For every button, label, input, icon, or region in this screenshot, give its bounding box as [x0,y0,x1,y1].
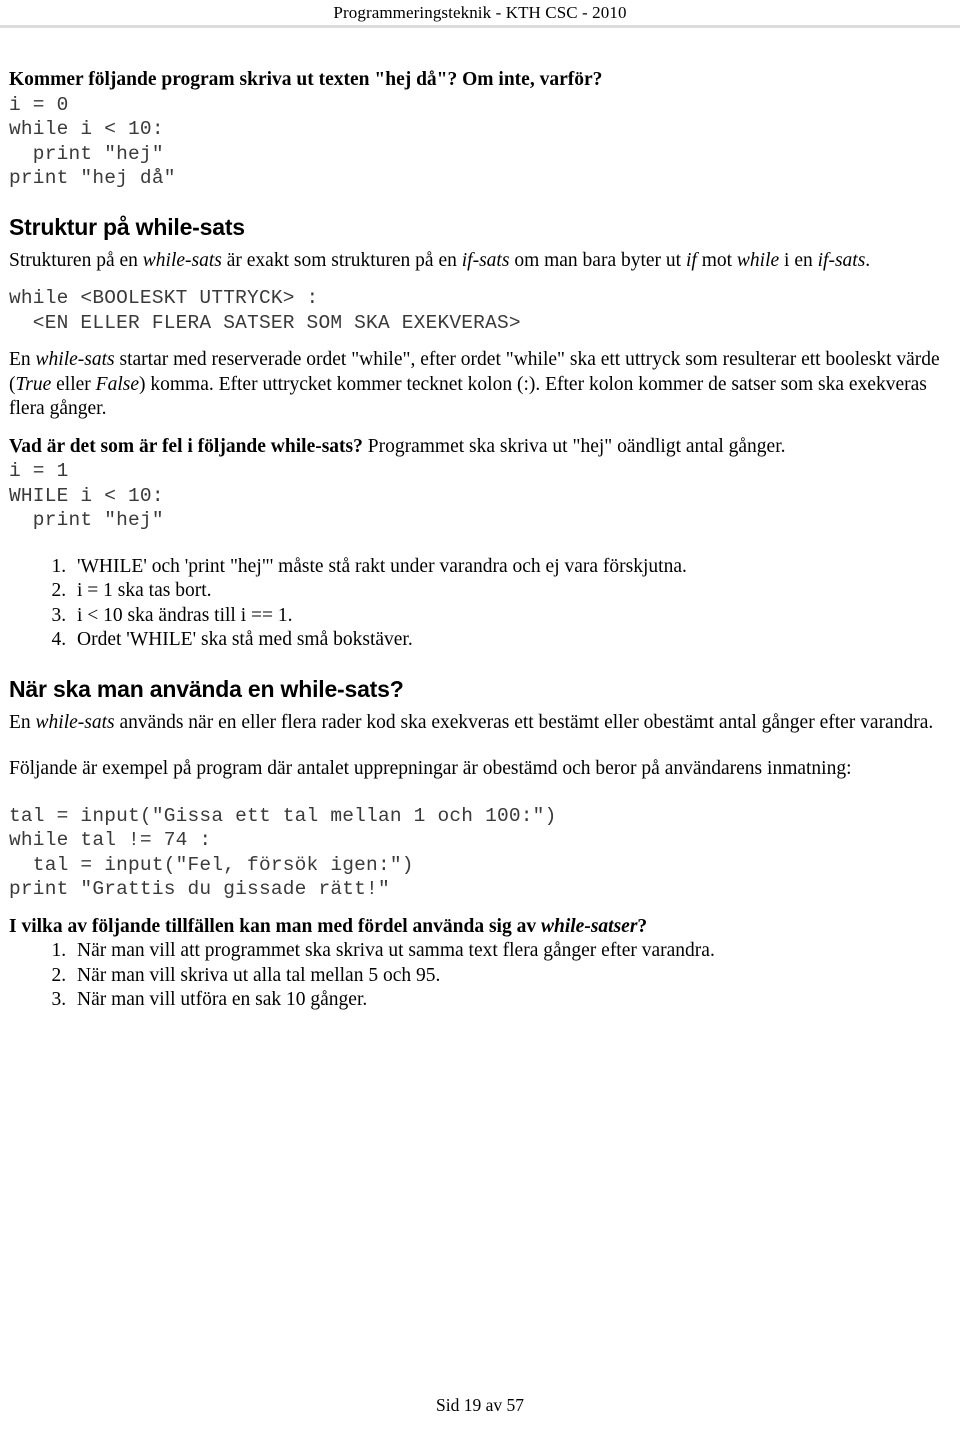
list-item: När man vill utföra en sak 10 gånger. [71,988,952,1013]
text-fragment: om man bara byter ut [509,249,686,271]
code-block-gissa-tal: tal = input("Gissa ett tal mellan 1 och … [9,804,557,901]
text-fragment: ? [637,915,648,937]
paragraph-struktur: Strukturen på en while-sats är exakt som… [9,249,952,274]
paragraph-foljande-exempel: Följande är exempel på program där antal… [9,758,852,779]
paragraph-nar-anvanda: En while-sats används när en eller flera… [9,711,952,736]
code-block-struktur: while <BOOLESKT UTTRYCK> : <EN ELLER FLE… [9,287,521,334]
term-while-sats: while-sats [142,249,222,271]
list-item: 'WHILE' och 'print "hej"' måste stå rakt… [71,555,952,580]
question-2-options: 'WHILE' och 'print "hej"' måste stå rakt… [9,555,952,653]
term-if: if [685,249,697,271]
list-item: När man vill att programmet ska skriva u… [71,939,952,964]
text-fragment: . [865,249,871,271]
code-block-q2: i = 1 WHILE i < 10: print "hej" [9,460,164,531]
term-while-satser: while-satser [540,915,638,937]
term-if-sats-2: if-sats [817,249,866,271]
list-item: Ordet 'WHILE' ska stå med små bokstäver. [71,628,952,653]
text-fragment: i en [779,249,818,271]
running-header: Programmeringsteknik - KTH CSC - 2010 [0,0,960,24]
text-fragment: mot [696,249,737,271]
paragraph-while-regler: En while-sats startar med reserverade or… [9,348,952,422]
question-2-prompt: Vad är det som är fel i följande while-s… [9,435,952,460]
text-fragment: eller [51,373,96,395]
question-1-prompt: Kommer följande program skriva ut texten… [9,69,603,90]
heading-nar-ska-man-anvanda-en-while-sats: När ska man använda en while-sats? [9,675,404,702]
text-fragment: Strukturen på en [9,249,143,271]
text-fragment: En [9,711,36,733]
term-if-sats: if-sats [461,249,510,271]
question-2-rest: Programmet ska skriva ut "hej" oändligt … [362,435,786,457]
term-false: False [95,373,139,395]
list-item: i = 1 ska tas bort. [71,579,952,604]
running-header-title: Programmeringsteknik - KTH CSC - 2010 [333,3,627,22]
term-while-sats: while-sats [35,711,115,733]
heading-struktur-pa-while-sats: Struktur på while-sats [9,213,245,240]
text-fragment: En [9,349,36,370]
list-item: i < 10 ska ändras till i == 1. [71,604,952,629]
code-block-q1: i = 0 while i < 10: print "hej" print "h… [9,93,176,190]
term-while-sats: while-sats [35,349,115,370]
term-true: True [15,373,52,395]
question-3-bold: I vilka av följande tillfällen kan man m… [9,916,647,937]
question-3-options: När man vill att programmet ska skriva u… [9,939,952,1013]
question-3-prompt: I vilka av följande tillfällen kan man m… [9,915,952,940]
text-fragment: används när en eller flera rader kod ska… [114,711,934,733]
text-fragment: är exakt som strukturen på en [221,249,462,271]
term-while: while [736,249,780,271]
page-content: Kommer följande program skriva ut texten… [0,28,960,1013]
page-footer: Sid 19 av 57 [0,1394,960,1416]
list-item: När man vill skriva ut alla tal mellan 5… [71,964,952,989]
question-2-bold: Vad är det som är fel i följande while-s… [9,435,363,457]
page-number-label: Sid 19 av 57 [436,1395,524,1415]
text-fragment: I vilka av följande tillfällen kan man m… [9,915,541,937]
text-fragment: ) komma. Efter uttrycket kommer tecknet … [9,373,927,420]
document-page: { "header": { "running_title": "Programm… [0,0,960,1440]
